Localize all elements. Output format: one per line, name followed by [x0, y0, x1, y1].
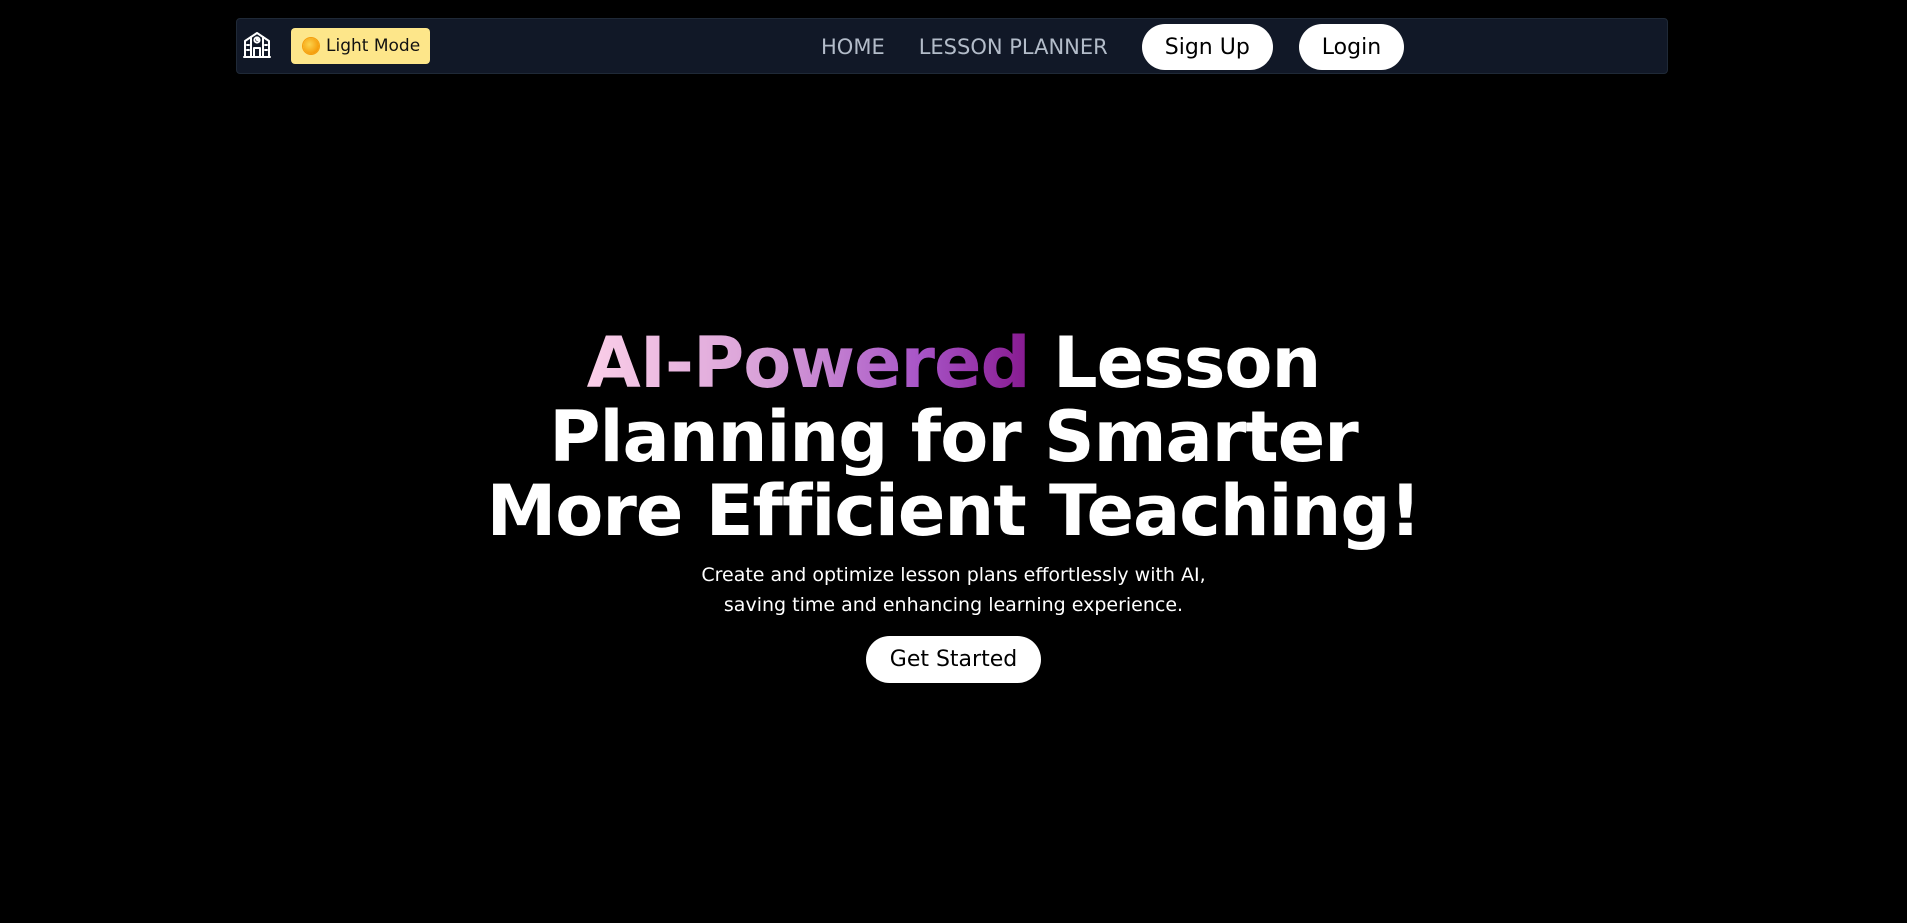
- sign-up-button[interactable]: Sign Up: [1141, 24, 1273, 70]
- hero-subtitle-line-2: saving time and enhancing learning exper…: [723, 594, 1184, 616]
- school-building-icon[interactable]: [241, 29, 273, 61]
- hero-subtitle: Create and optimize lesson plans effortl…: [694, 560, 1214, 620]
- nav-link-lesson-planner[interactable]: LESSON PLANNER: [919, 35, 1108, 59]
- get-started-button[interactable]: Get Started: [865, 636, 1042, 683]
- hero-title: AI-Powered Lesson Planning for Smarter M…: [464, 326, 1444, 548]
- nav-links: HOME LESSON PLANNER Sign Up Login: [821, 19, 1405, 75]
- light-mode-label: Light Mode: [326, 36, 421, 56]
- sun-icon: [303, 38, 319, 54]
- light-mode-toggle[interactable]: Light Mode: [291, 28, 431, 64]
- hero-section: AI-Powered Lesson Planning for Smarter M…: [0, 326, 1907, 683]
- navbar: Light Mode HOME LESSON PLANNER Sign Up L…: [236, 18, 1668, 74]
- hero-subtitle-line-1: Create and optimize lesson plans effortl…: [701, 564, 1206, 586]
- login-button[interactable]: Login: [1298, 24, 1405, 70]
- nav-link-home[interactable]: HOME: [821, 35, 885, 59]
- hero-title-highlight: AI-Powered: [586, 322, 1031, 404]
